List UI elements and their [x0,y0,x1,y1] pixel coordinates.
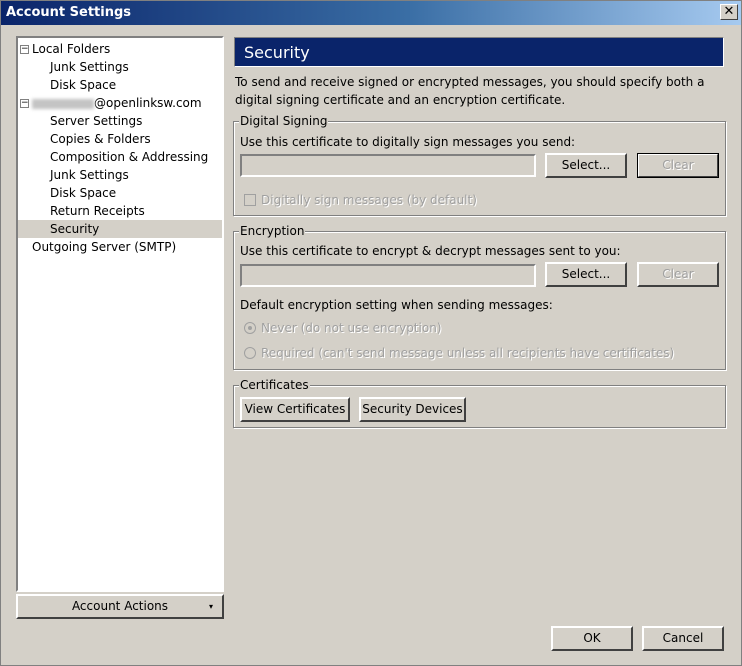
tree-item-label: Junk Settings [50,60,129,74]
encryption-group: Encryption Use this certificate to encry… [233,223,726,370]
tree-item-label: Disk Space [50,78,117,92]
encryption-required-radio[interactable]: Required (can't send message unless all … [244,345,674,361]
page-title: Security [234,37,724,67]
signing-clear-button[interactable]: Clear [637,153,719,178]
account-tree[interactable]: − Local Folders Junk Settings Disk Space… [16,36,224,592]
tree-item-security[interactable]: Security [18,220,222,238]
security-devices-button[interactable]: Security Devices [359,397,466,422]
encryption-cert-label: Use this certificate to encrypt & decryp… [240,244,621,258]
signing-select-button[interactable]: Select... [545,153,627,178]
tree-item-server-settings[interactable]: Server Settings [18,112,222,130]
required-label: Required (can't send message unless all … [261,346,675,360]
tree-item-copies-folders[interactable]: Copies & Folders [18,130,222,148]
tree-item-label: Server Settings [50,114,143,128]
dropdown-arrow-icon: ▾ [208,602,213,611]
tree-item-local-disk-space[interactable]: Disk Space [18,76,222,94]
encryption-never-radio[interactable]: Never (do not use encryption) [244,320,441,336]
collapse-icon[interactable]: − [20,45,29,54]
tree-item-label: Junk Settings [50,168,129,182]
tree-item-account[interactable]: − @openlinksw.com [18,94,222,112]
signing-cert-label: Use this certificate to digitally sign m… [240,135,576,149]
tree-item-junk-settings[interactable]: Junk Settings [18,166,222,184]
certificates-group: Certificates View Certificates Security … [233,377,726,428]
tree-item-label: Disk Space [50,186,117,200]
tree-item-composition-addressing[interactable]: Composition & Addressing [18,148,222,166]
tree-item-local-folders[interactable]: − Local Folders [18,40,222,58]
radio-selected-icon [244,322,256,334]
encryption-legend: Encryption [239,223,306,239]
collapse-icon[interactable]: − [20,99,29,108]
never-label: Never (do not use encryption) [261,321,442,335]
tree-item-return-receipts[interactable]: Return Receipts [18,202,222,220]
default-encryption-label: Default encryption setting when sending … [240,298,553,312]
tree-item-disk-space[interactable]: Disk Space [18,184,222,202]
digitally-sign-label: Digitally sign messages (by default) [261,193,477,207]
radio-icon [244,347,256,359]
tree-item-outgoing-server[interactable]: Outgoing Server (SMTP) [18,238,222,256]
digital-signing-legend: Digital Signing [239,113,329,129]
tree-item-label: Copies & Folders [50,132,151,146]
security-description: To send and receive signed or encrypted … [235,75,705,107]
certificates-legend: Certificates [239,377,310,393]
digitally-sign-checkbox[interactable]: Digitally sign messages (by default) [244,192,477,208]
account-actions-label: Account Actions [71,599,169,613]
checkbox-icon [244,194,256,206]
tree-item-local-junk-settings[interactable]: Junk Settings [18,58,222,76]
account-actions-button[interactable]: Account Actions ▾ [16,594,224,619]
account-settings-window: Account Settings ✕ − Local Folders Junk … [0,0,742,666]
encryption-clear-button[interactable]: Clear [637,262,719,287]
digital-signing-group: Digital Signing Use this certificate to … [233,113,726,216]
title-bar[interactable]: Account Settings ✕ [1,1,741,25]
window-title: Account Settings [6,5,132,20]
ok-button[interactable]: OK [551,626,633,651]
encryption-cert-field[interactable] [240,264,536,287]
view-certificates-button[interactable]: View Certificates [240,397,350,422]
tree-item-label: Security [50,222,100,236]
redacted-username [32,98,94,109]
cancel-button[interactable]: Cancel [642,626,724,651]
close-button[interactable]: ✕ [720,4,738,20]
tree-item-label: Outgoing Server (SMTP) [32,240,177,254]
tree-item-label: Composition & Addressing [50,150,209,164]
tree-item-label: Return Receipts [50,204,145,218]
tree-item-label: Local Folders [32,42,111,56]
close-icon: ✕ [723,4,735,19]
tree-item-label: @openlinksw.com [94,96,202,110]
signing-cert-field[interactable] [240,154,536,177]
encryption-select-button[interactable]: Select... [545,262,627,287]
